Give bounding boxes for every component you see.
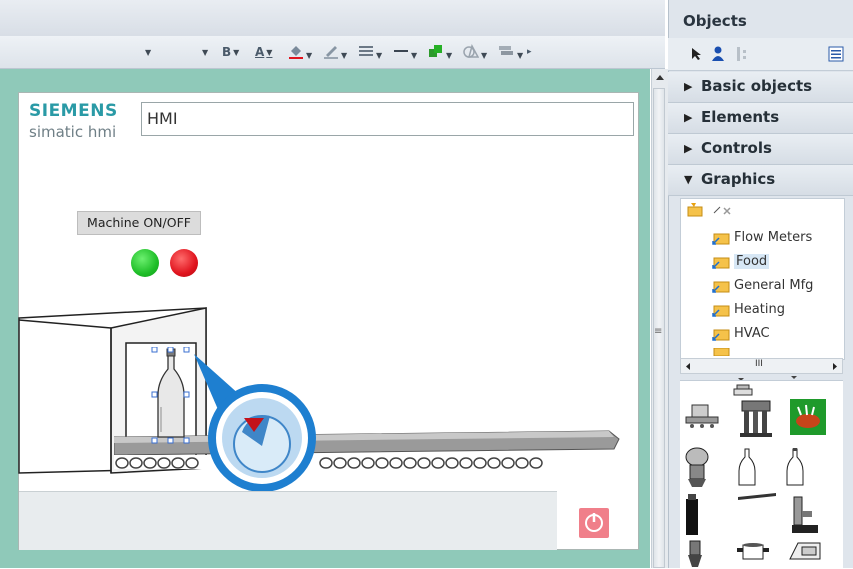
drag-hint-callout-icon: [194, 354, 316, 492]
folder-label: Flow Meters: [734, 230, 813, 245]
power-button[interactable]: [579, 508, 609, 538]
gallery-item-mixer-tank[interactable]: [682, 445, 712, 489]
gallery-item-bottle-small[interactable]: [736, 447, 758, 487]
scroll-right-icon[interactable]: [831, 362, 839, 371]
machine-on-off-button[interactable]: Machine ON/OFF: [77, 211, 201, 235]
gallery-item-conveyor-machine[interactable]: [684, 399, 720, 431]
section-graphics[interactable]: ▼ Graphics: [668, 165, 853, 196]
folder-link-icon: [712, 255, 730, 269]
scroll-up-icon[interactable]: [655, 73, 665, 81]
objects-panel-toolbar: [668, 38, 853, 71]
expanded-arrow-icon: ▼: [684, 173, 693, 186]
folder-label: Food: [734, 254, 770, 269]
bold-button[interactable]: B ▼: [222, 43, 239, 61]
hmi-screen[interactable]: SIEMENS simatic hmi HMI Machine ON/OFF: [18, 92, 639, 550]
folder-link-icon: [712, 231, 730, 245]
gallery-item-oven[interactable]: [786, 539, 822, 563]
object-color-button[interactable]: ▼: [428, 43, 452, 61]
paint-bucket-icon: [289, 46, 303, 59]
section-controls-label: Controls: [701, 139, 772, 157]
section-controls[interactable]: ▶ Controls: [668, 134, 853, 165]
power-icon: [585, 513, 603, 532]
collapsed-arrow-icon: ▶: [684, 111, 693, 124]
scroll-thumb-grip[interactable]: III: [755, 359, 763, 369]
folder-general-mfg[interactable]: General Mfg: [712, 276, 813, 296]
collapsed-arrow-icon: ▶: [684, 80, 693, 93]
line-style-icon: [394, 50, 408, 52]
siemens-logo: SIEMENS: [29, 101, 118, 121]
title-io-field[interactable]: HMI: [141, 102, 634, 136]
gallery-item-bottle-large[interactable]: [784, 447, 806, 487]
stack-icon: [499, 46, 513, 55]
fill-color-button[interactable]: ▼: [288, 43, 312, 61]
pointer-icon[interactable]: [690, 47, 702, 61]
user-icon[interactable]: [710, 45, 726, 63]
gallery-item-food-tray[interactable]: [790, 399, 826, 435]
gallery-item-grinder[interactable]: [684, 539, 706, 569]
folder-partial-icon: [713, 348, 730, 356]
machine-on-indicator: [131, 249, 159, 277]
folder-food[interactable]: Food: [712, 252, 770, 272]
section-basic-objects-label: Basic objects: [701, 77, 813, 95]
folder-link-icon: [712, 279, 730, 293]
gallery-item-flat-belt[interactable]: [736, 491, 778, 503]
simatic-hmi-label: simatic hmi: [29, 123, 117, 141]
folder-link-icon: [712, 303, 730, 317]
editor-title-bar: [0, 0, 665, 37]
folder-link-icon: [712, 327, 730, 341]
splitter-grip-icon[interactable]: ≡: [654, 326, 662, 337]
dropdown-1-button[interactable]: ▼: [143, 43, 151, 61]
folder-heating[interactable]: Heating: [712, 300, 785, 320]
objects-panel-title: Objects: [683, 12, 747, 30]
collapsed-arrow-icon: ▶: [684, 142, 693, 155]
gallery-item-press[interactable]: [788, 493, 822, 535]
toolbar-overflow-button[interactable]: ▸: [527, 43, 532, 61]
color-blocks-icon: [429, 45, 442, 57]
section-basic-objects[interactable]: ▶ Basic objects: [668, 72, 853, 103]
section-elements[interactable]: ▶ Elements: [668, 103, 853, 134]
folder-label: HVAC: [734, 326, 770, 341]
format-toolbar: ▼ ▼ B ▼ A ▼ ▼ ▼ ▼ ▼ ▼ ▼ ▼ ▸: [0, 36, 665, 69]
title-field-text: HMI: [147, 109, 178, 128]
shape-button[interactable]: ▼: [463, 43, 487, 61]
folder-label: General Mfg: [734, 278, 814, 293]
tree-view-icon[interactable]: [734, 45, 750, 63]
machine-off-indicator: [170, 249, 198, 277]
shapes-icon: [463, 44, 480, 58]
folder-label: Heating: [734, 302, 785, 317]
graphics-gallery: [680, 380, 843, 569]
line-color-button[interactable]: ▼: [323, 43, 347, 61]
delete-link-icon[interactable]: [712, 205, 738, 217]
screen-footer-bar: [19, 491, 557, 550]
align-lines-icon: [359, 46, 373, 56]
gallery-item-pot[interactable]: [736, 541, 770, 563]
align-button[interactable]: ▼: [358, 43, 382, 61]
gallery-item-filler-machine[interactable]: [738, 397, 774, 439]
font-color-label: A: [255, 45, 265, 59]
folder-hvac[interactable]: HVAC: [712, 324, 770, 344]
dropdown-2-button[interactable]: ▼: [200, 43, 208, 61]
new-folder-icon[interactable]: [686, 201, 706, 217]
list-view-icon[interactable]: [828, 46, 844, 62]
pen-icon: [324, 46, 338, 59]
folder-flow-meters[interactable]: Flow Meters: [712, 228, 812, 248]
section-graphics-label: Graphics: [701, 170, 776, 188]
arrange-button[interactable]: ▼: [497, 43, 523, 61]
line-style-button[interactable]: ▼: [393, 43, 417, 61]
gallery-item-silo[interactable]: [682, 493, 702, 537]
section-elements-label: Elements: [701, 108, 780, 126]
gallery-item-tray[interactable]: [732, 383, 754, 397]
graphics-tree-horizontal-scrollbar[interactable]: III: [680, 358, 843, 374]
scroll-left-icon[interactable]: [684, 362, 692, 371]
bold-label: B: [222, 45, 232, 59]
font-color-button[interactable]: A ▼: [255, 43, 272, 61]
